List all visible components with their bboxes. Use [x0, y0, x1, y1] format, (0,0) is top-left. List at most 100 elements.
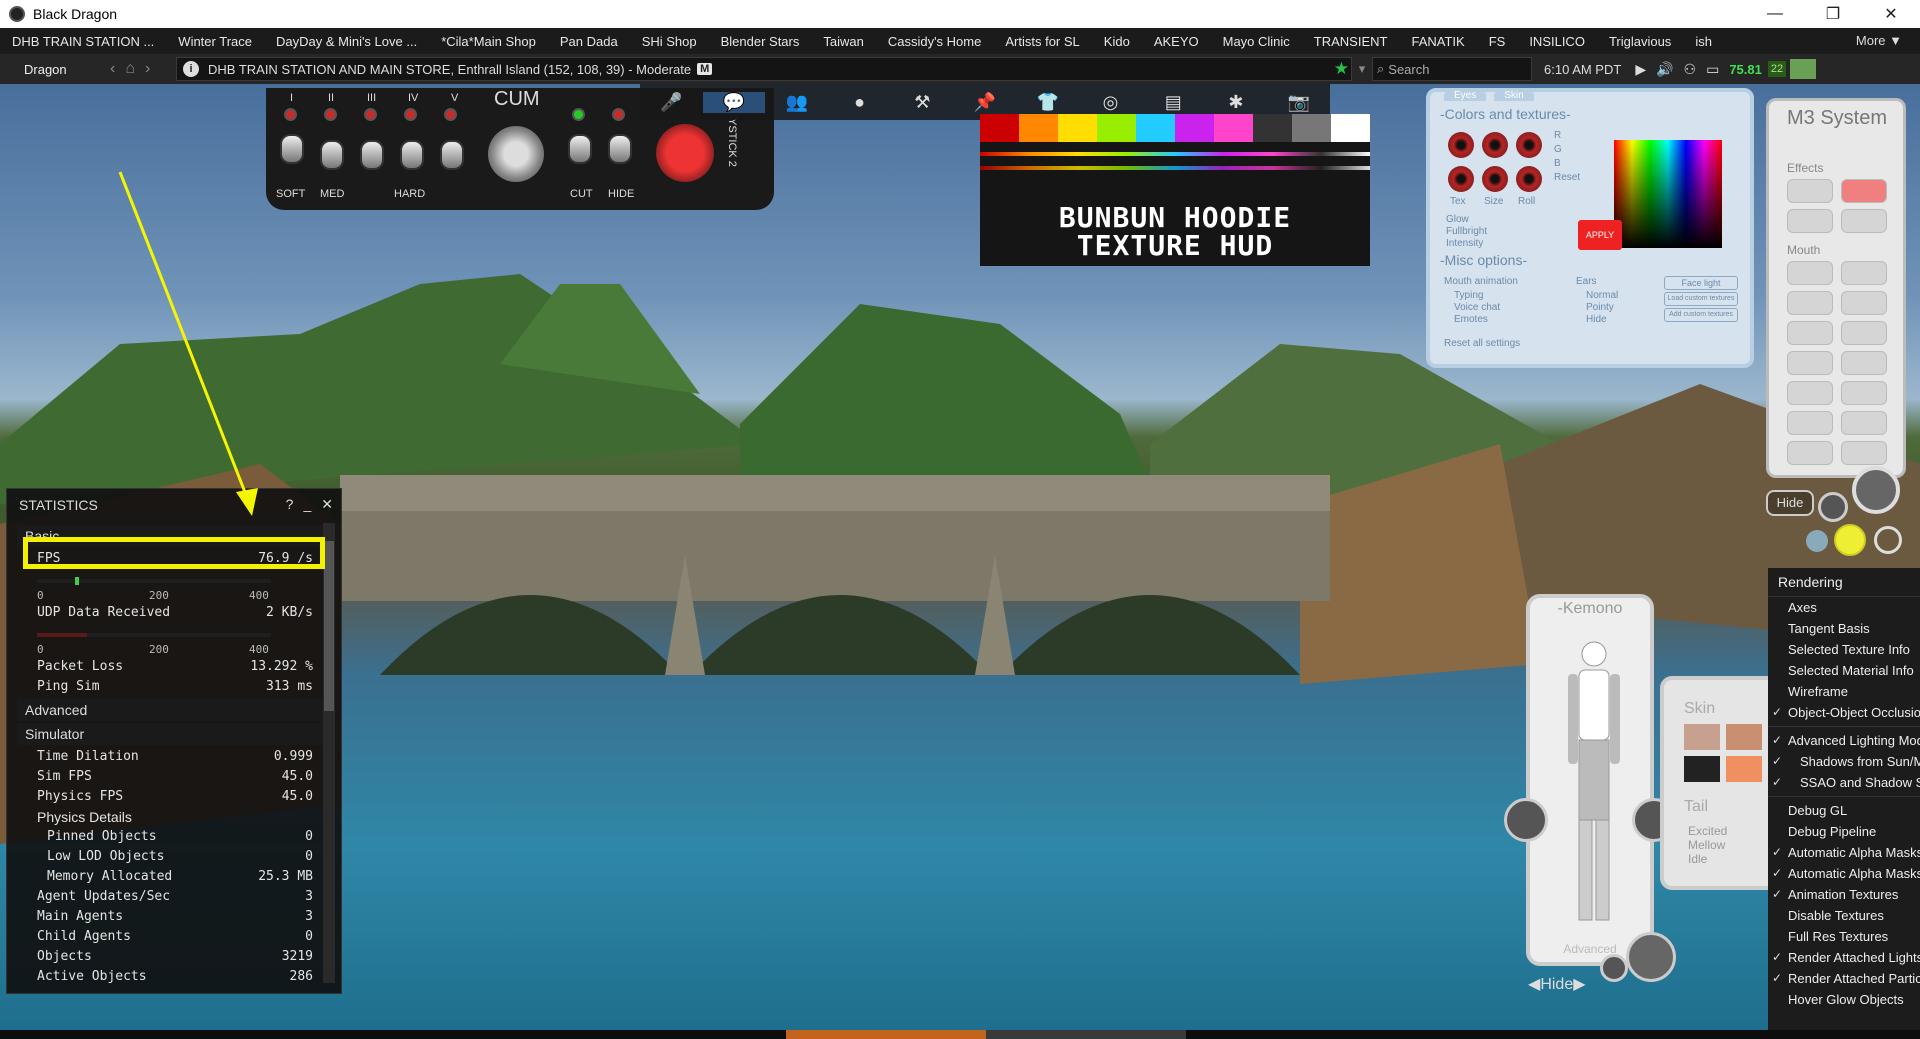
tail-opt-excited[interactable]: Excited: [1688, 824, 1727, 838]
mouth-opt-voice[interactable]: Voice chat: [1454, 302, 1500, 313]
menu-item[interactable]: Wireframe: [1768, 681, 1920, 702]
tail-opt-idle[interactable]: Idle: [1688, 852, 1707, 866]
favorite-item[interactable]: Artists for SL: [993, 34, 1091, 49]
refresh-icon[interactable]: [1626, 932, 1676, 982]
eye-preset[interactable]: [1482, 132, 1508, 158]
favorite-item[interactable]: TRANSIENT: [1302, 34, 1400, 49]
menu-item[interactable]: Advanced Lighting Model: [1768, 730, 1920, 751]
scrollbar-thumb[interactable]: [324, 541, 334, 711]
menu-item[interactable]: Object-Object Occlusion: [1768, 702, 1920, 723]
favorite-item[interactable]: SHi Shop: [630, 34, 709, 49]
toggle-switch[interactable]: [608, 134, 632, 164]
m3-hide-button[interactable]: Hide: [1766, 490, 1814, 516]
favorite-item[interactable]: Blender Stars: [709, 34, 812, 49]
home-icon[interactable]: ⌂: [125, 60, 135, 78]
swatch[interactable]: [1058, 114, 1097, 142]
favorite-item[interactable]: Taiwan: [811, 34, 875, 49]
refresh-icon[interactable]: [1852, 466, 1900, 514]
menu-item[interactable]: Selected Texture Info: [1768, 639, 1920, 660]
minimize-icon[interactable]: _: [303, 496, 311, 513]
glow-option[interactable]: Glow: [1446, 214, 1469, 225]
texture-hud[interactable]: BUNBUN HOODIE TEXTURE HUD: [980, 114, 1370, 266]
favorite-item[interactable]: INSILICO: [1517, 34, 1597, 49]
gear-icon[interactable]: [1600, 954, 1628, 982]
build-icon[interactable]: ⚒: [891, 92, 954, 113]
monitor-icon[interactable]: ▭: [1706, 61, 1719, 78]
close-icon[interactable]: ✕: [321, 496, 333, 513]
mouth-option[interactable]: [1787, 291, 1833, 315]
favorite-item[interactable]: Winter Trace: [166, 34, 264, 49]
statistics-header[interactable]: STATISTICS ? _ ✕: [7, 489, 341, 521]
left-hand-icon[interactable]: [1504, 798, 1548, 842]
skin-swatch[interactable]: [1684, 756, 1720, 782]
effect-option[interactable]: [1787, 209, 1833, 233]
help-icon[interactable]: ?: [286, 496, 294, 513]
people-icon[interactable]: 👥: [765, 92, 828, 113]
favorite-item[interactable]: FANATIK: [1399, 34, 1476, 49]
info-icon[interactable]: i: [183, 61, 199, 77]
favorite-item[interactable]: *Cila*Main Shop: [429, 34, 548, 49]
binoculars-icon[interactable]: ⚇: [1684, 61, 1697, 78]
menu-item[interactable]: Hover Glow Objects: [1768, 989, 1920, 1010]
mouth-option[interactable]: [1841, 381, 1887, 405]
red-action-button[interactable]: [656, 124, 714, 182]
mouth-opt-typing[interactable]: Typing: [1454, 290, 1483, 301]
settings-icon[interactable]: ✱: [1205, 92, 1268, 113]
swatch[interactable]: [1292, 114, 1331, 142]
favorite-item[interactable]: Kido: [1092, 34, 1142, 49]
search-input[interactable]: ⌕ Search: [1372, 57, 1532, 81]
minimize-button[interactable]: —: [1746, 0, 1804, 28]
toggle-switch[interactable]: [568, 134, 592, 164]
menu-item[interactable]: Axes: [1768, 597, 1920, 618]
camera-icon[interactable]: 📷: [1267, 92, 1330, 113]
user-name[interactable]: Dragon: [0, 62, 96, 77]
clipboard-icon[interactable]: ▤: [1142, 92, 1205, 113]
swatch[interactable]: [1136, 114, 1175, 142]
mouth-option[interactable]: [1787, 321, 1833, 345]
menu-item[interactable]: Disable Textures: [1768, 905, 1920, 926]
effect-option[interactable]: [1841, 209, 1887, 233]
menu-item[interactable]: Selected Material Info: [1768, 660, 1920, 681]
menu-item[interactable]: Tangent Basis: [1768, 618, 1920, 639]
chat-icon[interactable]: 💬: [702, 91, 766, 113]
intensity-option[interactable]: Intensity: [1446, 238, 1483, 249]
gear-icon[interactable]: [1818, 492, 1848, 522]
menu-item[interactable]: SSAO and Shadow Smoothing: [1768, 772, 1920, 793]
eye-preset[interactable]: [1448, 166, 1474, 192]
skin-hud[interactable]: Skin Tail Excited Mellow Idle: [1660, 676, 1780, 890]
menu-item[interactable]: Render Attached Lights: [1768, 947, 1920, 968]
toggle-switch[interactable]: [280, 134, 304, 164]
mouth-option[interactable]: [1787, 441, 1833, 465]
location-bar[interactable]: i DHB TRAIN STATION AND MAIN STORE, Enth…: [176, 57, 1352, 81]
main-knob[interactable]: [488, 126, 544, 182]
skin-swatch[interactable]: [1726, 724, 1762, 750]
eye-preset[interactable]: [1482, 166, 1508, 192]
eye-preset[interactable]: [1516, 132, 1542, 158]
swatch[interactable]: [980, 114, 1019, 142]
microphone-icon[interactable]: 🎤: [640, 92, 703, 113]
mouth-option[interactable]: [1841, 411, 1887, 435]
favorite-item[interactable]: Cassidy's Home: [876, 34, 994, 49]
face-light-button[interactable]: Face light: [1664, 276, 1738, 290]
swatch[interactable]: [1097, 114, 1136, 142]
menu-item[interactable]: Animation Textures: [1768, 884, 1920, 905]
avatar-icon[interactable]: ●: [828, 92, 891, 113]
swatch[interactable]: [1253, 114, 1292, 142]
location-dropdown-icon[interactable]: ▾: [1352, 61, 1372, 77]
skin-swatch[interactable]: [1726, 756, 1762, 782]
power-icon[interactable]: [1874, 526, 1902, 554]
kemono-hide-button[interactable]: ◀Hide▶: [1528, 974, 1586, 994]
swatch[interactable]: [1019, 114, 1058, 142]
toggle-switch[interactable]: [320, 140, 344, 170]
menu-item[interactable]: Render Attached Particles: [1768, 968, 1920, 989]
apply-button[interactable]: APPLY: [1578, 220, 1622, 250]
kemono-body-hud[interactable]: -Kemono Advanced: [1526, 594, 1654, 966]
add-textures-button[interactable]: Add custom textures: [1664, 308, 1738, 322]
tail-opt-mellow[interactable]: Mellow: [1688, 838, 1725, 852]
mouth-option[interactable]: [1787, 381, 1833, 405]
network-icon[interactable]: [1790, 59, 1817, 79]
volume-icon[interactable]: 🔊: [1656, 61, 1673, 78]
skin-swatch[interactable]: [1684, 724, 1720, 750]
favorite-item[interactable]: Mayo Clinic: [1211, 34, 1302, 49]
pin-icon[interactable]: 📌: [954, 92, 1017, 113]
